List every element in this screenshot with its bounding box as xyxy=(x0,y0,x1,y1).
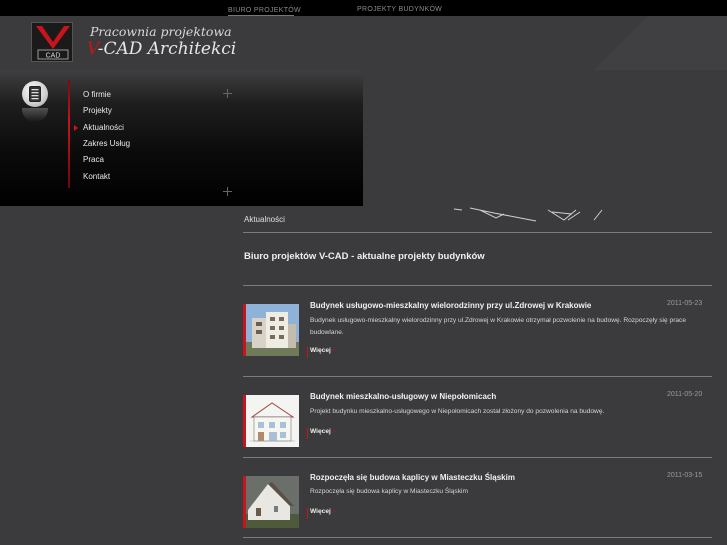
news-description: Budynek usługowo-mieszkalny wielorodzinn… xyxy=(310,317,687,336)
more-label: Więcej xyxy=(310,428,331,435)
header-decoration xyxy=(560,16,727,70)
news-description: Rozpoczęła się budowa kaplicy w Miastecz… xyxy=(310,488,468,495)
chevron-right-icon: › xyxy=(332,347,336,354)
menu-item-o-firmie[interactable]: O firmie xyxy=(83,90,111,99)
menu-item-praca[interactable]: Praca xyxy=(83,155,104,164)
top-link-biuro-projektow[interactable]: BIURO PROJEKTÓW xyxy=(228,7,301,14)
brand-subtitle: Pracownia projektowa xyxy=(90,24,232,39)
chevron-right-icon: › xyxy=(332,428,336,435)
more-label: Więcej xyxy=(310,508,331,515)
active-arrow-icon xyxy=(74,125,78,131)
more-button[interactable]: Więcej › xyxy=(307,347,335,358)
menu-divider xyxy=(68,80,70,188)
plus-decoration-icon xyxy=(223,89,232,98)
news-date: 2011-05-23 xyxy=(667,300,703,307)
more-label: Więcej xyxy=(310,347,331,354)
divider xyxy=(243,537,712,538)
news-thumbnail[interactable] xyxy=(243,476,299,528)
news-title[interactable]: Rozpoczęła się budowa kaplicy w Miastecz… xyxy=(310,473,515,482)
sketch-decoration xyxy=(453,207,603,222)
news-date: 2011-05-20 xyxy=(667,391,703,398)
news-date: 2011-03-15 xyxy=(667,472,703,479)
logo-text: CAD xyxy=(46,53,61,60)
divider xyxy=(243,457,712,458)
news-title[interactable]: Budynek usługowo-mieszkalny wielorodzinn… xyxy=(310,301,591,310)
page-title: Biuro projektów V-CAD - aktualne projekt… xyxy=(244,251,485,262)
divider xyxy=(243,285,712,286)
menu-item-kontakt[interactable]: Kontakt xyxy=(83,172,110,181)
vcad-logo-icon: CAD xyxy=(36,26,70,60)
plus-decoration-icon xyxy=(223,187,232,196)
chevron-right-icon: › xyxy=(332,508,336,515)
brand-title: V-CAD Architekci xyxy=(87,39,236,59)
menu-item-aktualnosci[interactable]: Aktualności xyxy=(83,123,124,132)
menu-item-projekty[interactable]: Projekty xyxy=(83,106,112,115)
brand-name: -CAD Architekci xyxy=(97,39,237,59)
news-title[interactable]: Budynek mieszkalno-usługowy w Niepołomic… xyxy=(310,392,496,401)
logo[interactable]: CAD xyxy=(31,22,73,62)
news-thumbnail[interactable] xyxy=(243,395,299,447)
more-button[interactable]: Więcej › xyxy=(307,428,335,439)
menu-panel xyxy=(0,70,363,206)
news-description: Projekt budynku mieszkalno-usługowego w … xyxy=(310,408,605,415)
menu-item-zakres-uslug[interactable]: Zakres Usług xyxy=(83,139,130,148)
divider xyxy=(243,232,712,233)
news-thumbnail[interactable] xyxy=(243,304,299,356)
divider xyxy=(243,376,712,377)
breadcrumb: Aktualności xyxy=(244,215,285,224)
document-icon xyxy=(22,81,48,107)
brand-v: V xyxy=(87,39,98,59)
top-link-projekty-budynkow[interactable]: PROJEKTY BUDYNKÓW xyxy=(357,6,442,13)
more-button[interactable]: Więcej › xyxy=(307,508,335,519)
